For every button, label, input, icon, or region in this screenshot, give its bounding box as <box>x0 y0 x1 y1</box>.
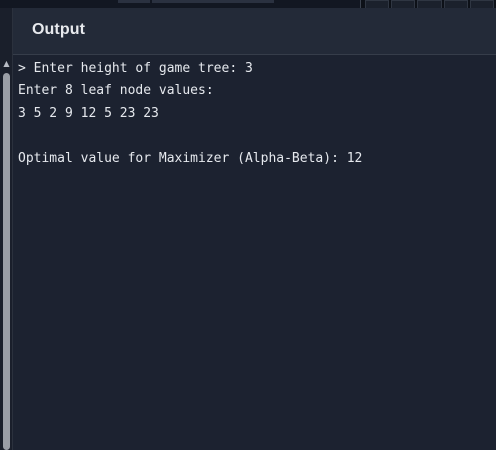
console-line: > Enter height of game tree: 3 <box>18 61 253 76</box>
scroll-up-icon[interactable]: ▲ <box>0 58 13 70</box>
console-line: Optimal value for Maximizer (Alpha-Beta)… <box>18 150 363 166</box>
console-line: Enter 8 leaf node values: <box>18 83 214 99</box>
console-output: > Enter height of game tree: 3 Enter 8 l… <box>18 58 490 170</box>
console-line: 3 5 2 9 12 5 23 23 <box>18 105 159 121</box>
output-panel-header: Output <box>13 8 496 55</box>
vertical-scrollbar[interactable]: ▲ <box>0 56 13 450</box>
panel-title: Output <box>32 21 86 38</box>
tab-edge <box>152 0 274 3</box>
tab-edge <box>118 0 150 3</box>
scrollbar-thumb[interactable] <box>3 73 10 450</box>
